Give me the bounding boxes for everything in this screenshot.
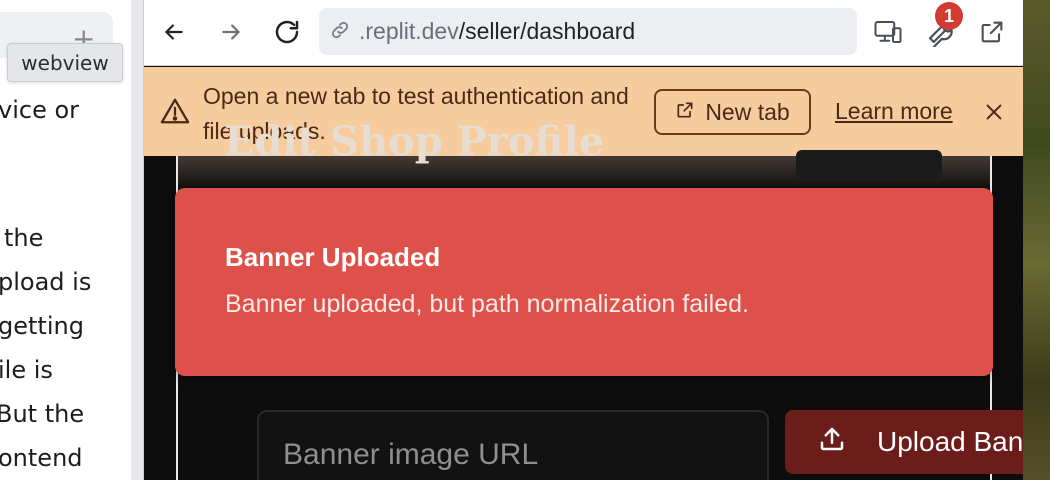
back-arrow-icon[interactable] [156, 14, 192, 50]
upload-banner-button[interactable]: Upload Banner [785, 410, 1023, 474]
chat-pane: + webview vice or the pload is getting i… [0, 0, 131, 480]
address-bar[interactable]: .replit.dev/seller/dashboard [319, 8, 857, 55]
desktop-wallpaper-edge [1023, 0, 1050, 480]
open-external-icon[interactable] [972, 12, 1012, 52]
toast-notification[interactable]: Banner Uploaded Banner uploaded, but pat… [175, 188, 993, 376]
url-path: /seller/dashboard [458, 18, 636, 44]
pane-divider[interactable] [131, 0, 143, 480]
close-icon[interactable] [980, 98, 1008, 126]
chat-text-line: ile is [0, 356, 53, 384]
chat-text-line: ontend [0, 444, 83, 472]
url-host: .replit.dev [359, 18, 459, 44]
chat-text-line: getting [0, 312, 84, 340]
learn-more-link[interactable]: Learn more [835, 98, 953, 125]
browser-toolbar: .replit.dev/seller/dashboard 1 [144, 0, 1023, 66]
open-external-icon [675, 99, 695, 126]
webview-tooltip: webview [7, 43, 123, 82]
forward-arrow-icon[interactable] [213, 14, 249, 50]
new-tab-label: New tab [705, 98, 790, 125]
warning-icon [160, 97, 190, 129]
link-icon [329, 19, 351, 45]
notification-badge: 1 [935, 2, 963, 30]
reload-icon[interactable] [269, 14, 305, 50]
upload-banner-label: Upload Banner [877, 426, 1023, 457]
new-tab-button[interactable]: New tab [654, 89, 811, 135]
chat-text-line: But the [0, 400, 85, 428]
banner-url-input[interactable] [257, 410, 769, 480]
chat-text-line: pload is [0, 268, 92, 296]
toast-title: Banner Uploaded [225, 242, 441, 272]
webview-panel: .replit.dev/seller/dashboard 1 Open a ne… [143, 0, 1023, 480]
chat-text-line: the [4, 224, 44, 252]
upload-icon [817, 424, 847, 461]
url-text: .replit.dev/seller/dashboard [359, 18, 635, 45]
devices-icon[interactable] [868, 12, 908, 52]
chat-text-line: vice or [0, 96, 80, 124]
toast-message: Banner uploaded, but path normalization … [225, 290, 749, 318]
